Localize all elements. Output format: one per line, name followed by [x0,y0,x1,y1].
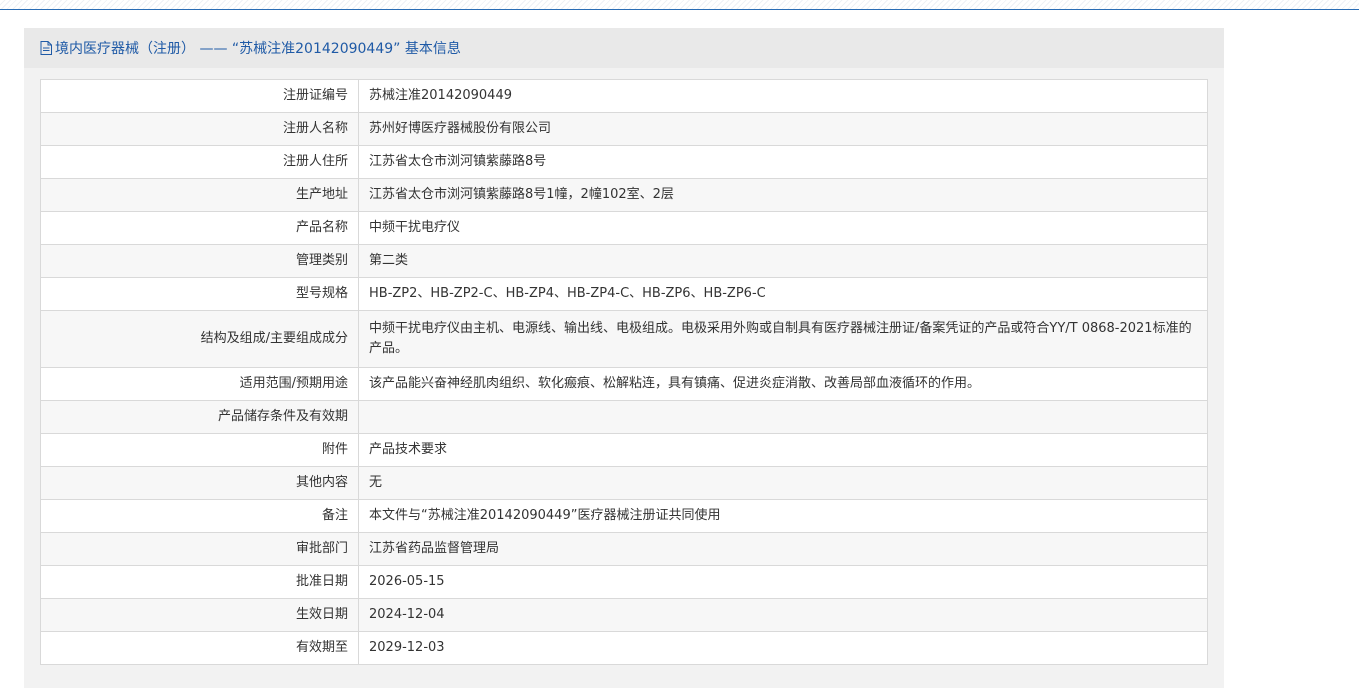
row-value: 中频干扰电疗仪 [358,211,1208,245]
table-row: 型号规格 HB-ZP2、HB-ZP2-C、HB-ZP4、HB-ZP4-C、HB-… [40,277,1208,311]
row-value: 产品技术要求 [358,433,1208,467]
row-label: 审批部门 [40,532,359,566]
row-label: 注册人住所 [40,145,359,179]
row-value: 2024-12-04 [358,598,1208,632]
row-value: 江苏省太仓市浏河镇紫藤路8号1幢，2幢102室、2层 [358,178,1208,212]
row-value: 2026-05-15 [358,565,1208,599]
row-label: 管理类别 [40,244,359,278]
table-row: 注册人名称 苏州好博医疗器械股份有限公司 [40,112,1208,146]
table-row: 管理类别 第二类 [40,244,1208,278]
table-row: 生效日期 2024-12-04 [40,598,1208,632]
panel-header: 境内医疗器械（注册） —— “苏械注准20142090449” 基本信息 [24,28,1224,68]
table-row: 备注 本文件与“苏械注准20142090449”医疗器械注册证共同使用 [40,499,1208,533]
row-value: 江苏省药品监督管理局 [358,532,1208,566]
table-row: 注册人住所 江苏省太仓市浏河镇紫藤路8号 [40,145,1208,179]
row-value: 该产品能兴奋神经肌肉组织、软化瘢痕、松解粘连，具有镇痛、促进炎症消散、改善局部血… [358,367,1208,401]
row-value: 无 [358,466,1208,500]
row-label: 批准日期 [40,565,359,599]
row-label: 附件 [40,433,359,467]
table-row: 其他内容 无 [40,466,1208,500]
row-value: HB-ZP2、HB-ZP2-C、HB-ZP4、HB-ZP4-C、HB-ZP6、H… [358,277,1208,311]
row-label: 备注 [40,499,359,533]
row-label: 产品储存条件及有效期 [40,400,359,434]
top-divider [0,0,1359,10]
table-row: 审批部门 江苏省药品监督管理局 [40,532,1208,566]
row-label: 产品名称 [40,211,359,245]
table-row: 产品名称 中频干扰电疗仪 [40,211,1208,245]
row-value: 2029-12-03 [358,631,1208,665]
row-value: 本文件与“苏械注准20142090449”医疗器械注册证共同使用 [358,499,1208,533]
row-label: 生产地址 [40,178,359,212]
page-title: 境内医疗器械（注册） —— “苏械注准20142090449” 基本信息 [55,41,461,57]
row-label: 结构及组成/主要组成成分 [40,310,359,368]
info-table: 注册证编号 苏械注准20142090449 注册人名称 苏州好博医疗器械股份有限… [40,79,1208,665]
table-row: 有效期至 2029-12-03 [40,631,1208,665]
row-value: 江苏省太仓市浏河镇紫藤路8号 [358,145,1208,179]
document-icon [40,41,52,55]
row-value: 第二类 [358,244,1208,278]
row-value [358,400,1208,434]
row-label: 适用范围/预期用途 [40,367,359,401]
table-row: 生产地址 江苏省太仓市浏河镇紫藤路8号1幢，2幢102室、2层 [40,178,1208,212]
row-label: 其他内容 [40,466,359,500]
table-row: 适用范围/预期用途 该产品能兴奋神经肌肉组织、软化瘢痕、松解粘连，具有镇痛、促进… [40,367,1208,401]
row-label: 生效日期 [40,598,359,632]
table-row: 批准日期 2026-05-15 [40,565,1208,599]
table-row: 附件 产品技术要求 [40,433,1208,467]
row-label: 注册证编号 [40,79,359,113]
table-row: 结构及组成/主要组成成分 中频干扰电疗仪由主机、电源线、输出线、电极组成。电极采… [40,310,1208,368]
row-label: 注册人名称 [40,112,359,146]
row-label: 有效期至 [40,631,359,665]
row-value: 苏械注准20142090449 [358,79,1208,113]
table-row: 产品储存条件及有效期 [40,400,1208,434]
row-label: 型号规格 [40,277,359,311]
row-value: 中频干扰电疗仪由主机、电源线、输出线、电极组成。电极采用外购或自制具有医疗器械注… [358,310,1208,368]
row-value: 苏州好博医疗器械股份有限公司 [358,112,1208,146]
table-row: 注册证编号 苏械注准20142090449 [40,79,1208,113]
detail-panel: 境内医疗器械（注册） —— “苏械注准20142090449” 基本信息 注册证… [24,28,1224,688]
